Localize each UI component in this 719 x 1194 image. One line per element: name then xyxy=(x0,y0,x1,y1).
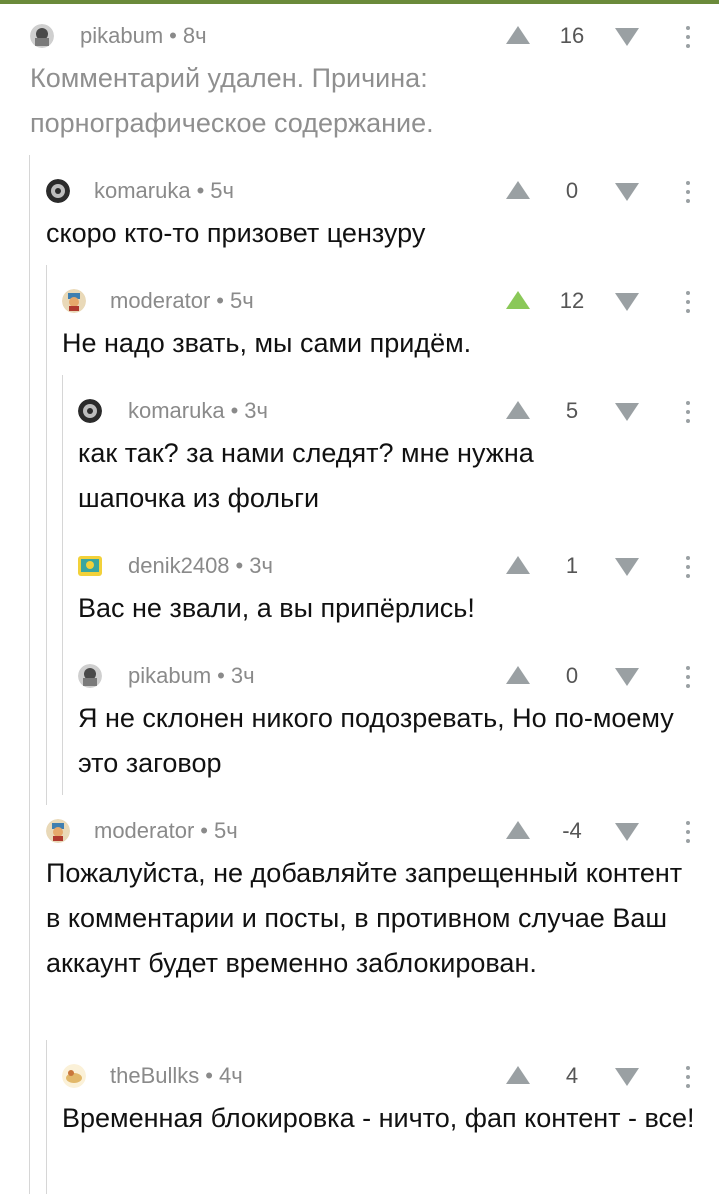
comment-meta: moderator • 5ч xyxy=(110,288,254,313)
author-name[interactable]: pikabum xyxy=(128,663,211,688)
more-options-icon[interactable] xyxy=(685,556,691,578)
thread-line[interactable] xyxy=(46,265,47,805)
pikabum-avatar[interactable] xyxy=(78,664,102,688)
pikabum-avatar[interactable] xyxy=(30,24,54,48)
downvote-icon[interactable] xyxy=(615,28,639,46)
comment-header: pikabum • 3ч 0 xyxy=(78,660,710,692)
comment-meta: denik2408 • 3ч xyxy=(128,553,273,578)
upvote-icon[interactable] xyxy=(506,1066,530,1084)
comment-text: как так? за нами следят? мне нужна шапоч… xyxy=(78,438,534,513)
comment-time: 5ч xyxy=(210,178,234,203)
author-name[interactable]: denik2408 xyxy=(128,553,230,578)
downvote-icon[interactable] xyxy=(615,1068,639,1086)
downvote-icon[interactable] xyxy=(615,668,639,686)
moderator-avatar[interactable] xyxy=(46,819,70,843)
comment-meta: komaruka • 5ч xyxy=(94,178,234,203)
downvote-icon[interactable] xyxy=(615,293,639,311)
thebullks-avatar[interactable] xyxy=(62,1064,86,1088)
comment-header: pikabum • 8ч 16 xyxy=(30,20,710,52)
comment-score: 5 xyxy=(565,398,579,423)
komaruka-avatar[interactable] xyxy=(46,179,70,203)
downvote-icon[interactable] xyxy=(615,403,639,421)
comment-time: 3ч xyxy=(249,553,273,578)
thread-line[interactable] xyxy=(46,1040,47,1194)
comment-time: 8ч xyxy=(182,23,207,48)
comment-text: Временная блокировка - ничто, фап контен… xyxy=(62,1103,695,1133)
thread-line[interactable] xyxy=(62,375,63,795)
comment-meta: pikabum • 8ч xyxy=(80,23,207,48)
upvote-icon[interactable] xyxy=(506,666,530,684)
comment-meta: theBullks • 4ч xyxy=(110,1063,243,1088)
comment-score: -4 xyxy=(562,818,582,843)
more-options-icon[interactable] xyxy=(685,401,691,423)
comment-text: скоро кто-то призовет цензуру xyxy=(46,218,426,248)
more-options-icon[interactable] xyxy=(685,291,691,313)
author-name[interactable]: moderator xyxy=(110,288,210,313)
comment-time: 3ч xyxy=(244,398,268,423)
upvote-icon[interactable] xyxy=(506,291,530,309)
downvote-icon[interactable] xyxy=(615,823,639,841)
comment-text: Вас не звали, а вы припёрлись! xyxy=(78,593,475,623)
upvote-icon[interactable] xyxy=(506,26,530,44)
upvote-icon[interactable] xyxy=(506,181,530,199)
moderator-avatar[interactable] xyxy=(62,289,86,313)
comment-time: 5ч xyxy=(229,288,254,313)
comment-text: Комментарий удален. Причина: порнографич… xyxy=(30,63,434,138)
downvote-icon[interactable] xyxy=(615,183,639,201)
comment-header: moderator • 5ч 12 xyxy=(62,285,710,317)
comment-time: 3ч xyxy=(230,663,255,688)
comment-meta: pikabum • 3ч xyxy=(128,663,255,688)
comment-text: Я не склонен никого подозревать, Но по-м… xyxy=(78,703,674,778)
thread-line[interactable] xyxy=(29,155,30,1194)
author-name[interactable]: theBullks xyxy=(110,1063,199,1088)
komaruka-avatar[interactable] xyxy=(78,399,102,423)
more-options-icon[interactable] xyxy=(685,821,691,843)
upvote-icon[interactable] xyxy=(506,556,530,574)
comment-text: Не надо звать, мы сами придём. xyxy=(62,328,472,358)
more-options-icon[interactable] xyxy=(685,26,691,48)
top-accent-bar xyxy=(0,0,719,4)
comment-header: komaruka • 3ч 5 xyxy=(78,395,710,427)
comment-score: 12 xyxy=(559,288,585,313)
comment-time: 5ч xyxy=(213,818,238,843)
upvote-icon[interactable] xyxy=(506,821,530,839)
author-name[interactable]: komaruka xyxy=(128,398,225,423)
author-name[interactable]: komaruka xyxy=(94,178,191,203)
comment-header: moderator • 5ч -4 xyxy=(46,815,710,847)
comment-header: komaruka • 5ч 0 xyxy=(46,175,710,207)
comment-score: 4 xyxy=(565,1063,579,1088)
author-name[interactable]: moderator xyxy=(94,818,194,843)
upvote-icon[interactable] xyxy=(506,401,530,419)
comment-score: 0 xyxy=(565,178,579,203)
more-options-icon[interactable] xyxy=(685,666,691,688)
comment-time: 4ч xyxy=(218,1063,243,1088)
comment-score: 1 xyxy=(565,553,579,578)
comment-header: denik2408 • 3ч 1 xyxy=(78,550,710,582)
downvote-icon[interactable] xyxy=(615,558,639,576)
comment-score: 16 xyxy=(559,23,585,48)
author-name[interactable]: pikabum xyxy=(80,23,163,48)
comment-header: theBullks • 4ч 4 xyxy=(62,1060,710,1092)
comment-meta: moderator • 5ч xyxy=(94,818,238,843)
denik-avatar[interactable] xyxy=(78,554,102,578)
comment-score: 0 xyxy=(565,663,579,688)
comment-meta: komaruka • 3ч xyxy=(128,398,268,423)
more-options-icon[interactable] xyxy=(685,1066,691,1088)
more-options-icon[interactable] xyxy=(685,181,691,203)
comment-text: Пожалуйста, не добавляйте запрещенный ко… xyxy=(46,858,683,978)
